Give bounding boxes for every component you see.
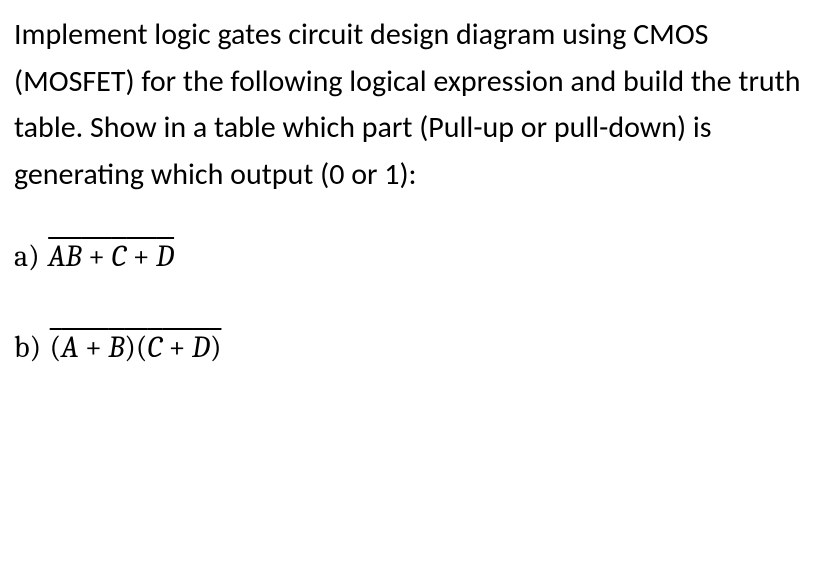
op-plus-2a: + [126, 239, 156, 274]
part-b-label: b) [14, 330, 48, 365]
op-plus-1a: + [82, 239, 112, 274]
op-plus-1b: + [78, 330, 108, 365]
expression-a: a) AB + C + D [14, 234, 806, 281]
paren-open-1: ( [50, 330, 61, 365]
var-c2: C [147, 330, 162, 365]
paren-close: ) [210, 330, 221, 365]
part-a-expression: AB + C + D [46, 239, 176, 274]
var-ab: AB [48, 239, 81, 274]
var-c: C [111, 239, 126, 274]
op-plus-2b: + [162, 330, 192, 365]
expression-b: b) (A + B)(C + D) [14, 325, 806, 372]
part-b-expression: (A + B)(C + D) [48, 330, 224, 365]
problem-statement: Implement logic gates circuit design dia… [14, 12, 806, 198]
var-d: D [156, 239, 174, 274]
var-b: B [108, 330, 124, 365]
var-a: A [61, 330, 78, 365]
var-d2: D [192, 330, 210, 365]
part-a-label: a) [14, 239, 46, 274]
paren-mid: )( [124, 330, 147, 365]
